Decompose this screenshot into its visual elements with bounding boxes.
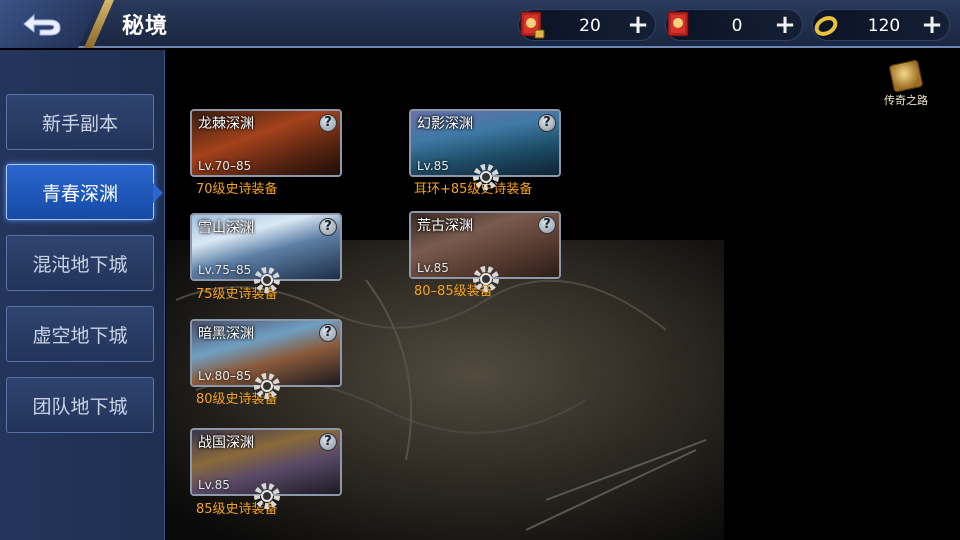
locked-ticket-book-icon (515, 7, 549, 43)
dungeon-name: 战国深渊 (198, 435, 254, 451)
gold-ring-icon (809, 7, 843, 43)
dungeon-name: 龙棘深渊 (198, 116, 254, 132)
top-bar: 秘境 20 + 0 + 120 + (0, 0, 960, 48)
loading-gear-icon (254, 483, 280, 509)
dungeon-name: 暗黑深渊 (198, 326, 254, 342)
add-currency-button[interactable]: + (919, 12, 945, 39)
loading-gear-icon (254, 373, 280, 399)
tab-void-dungeon[interactable]: 虚空地下城 (6, 306, 154, 362)
ticket-book-icon (662, 7, 696, 43)
dungeon-level: Lv.85 (417, 261, 449, 275)
dungeon-level: Lv.70–85 (198, 159, 252, 173)
loading-gear-icon (473, 164, 499, 190)
dungeon-level: Lv.85 (198, 478, 230, 492)
dungeon-level: Lv.80–85 (198, 369, 252, 383)
help-icon[interactable]: ? (319, 114, 337, 132)
currency-value: 120 (867, 16, 901, 36)
help-icon[interactable]: ? (538, 216, 556, 234)
tab-team-dungeon[interactable]: 团队地下城 (6, 377, 154, 433)
back-arrow-icon (23, 13, 61, 36)
add-currency-button[interactable]: + (625, 12, 651, 39)
currency-tickets: 0 + (665, 9, 803, 41)
currency-locked-tickets: 20 + (518, 9, 656, 41)
legend-road-emblem-icon (888, 59, 924, 93)
category-sidebar: 新手副本 青春深渊 混沌地下城 虚空地下城 团队地下城 (0, 50, 165, 540)
back-button[interactable] (0, 0, 100, 48)
page-title: 秘境 (122, 14, 169, 39)
tab-chaos-dungeon[interactable]: 混沌地下城 (6, 235, 154, 291)
dungeon-level: Lv.85 (417, 159, 449, 173)
dungeon-reward: 70级史诗装备 (196, 182, 278, 197)
dungeon-name: 幻影深渊 (417, 116, 473, 132)
dungeon-level: Lv.75–85 (198, 263, 252, 277)
add-currency-button[interactable]: + (772, 12, 798, 39)
dungeon-name: 雪山深渊 (198, 220, 254, 236)
dungeon-card-dragon-thorn[interactable]: 龙棘深渊 Lv.70–85 ? (190, 109, 342, 177)
legend-road-button[interactable]: 传奇之路 (878, 59, 934, 110)
help-icon[interactable]: ? (319, 218, 337, 236)
currency-value: 20 (579, 16, 601, 36)
dungeon-name: 荒古深渊 (417, 218, 473, 234)
help-icon[interactable]: ? (538, 114, 556, 132)
tab-novice-dungeon[interactable]: 新手副本 (6, 94, 154, 150)
loading-gear-icon (473, 266, 499, 292)
help-icon[interactable]: ? (319, 433, 337, 451)
dungeon-map-area: 传奇之路 龙棘深渊 Lv.70–85 ? 70级史诗装备 幻影深渊 Lv.85 … (166, 50, 960, 540)
legend-road-label: 传奇之路 (884, 94, 928, 107)
tab-youth-abyss[interactable]: 青春深渊 (6, 164, 163, 220)
help-icon[interactable]: ? (319, 324, 337, 342)
currency-gold-rings: 120 + (812, 9, 950, 41)
loading-gear-icon (254, 267, 280, 293)
currency-value: 0 (731, 16, 743, 36)
